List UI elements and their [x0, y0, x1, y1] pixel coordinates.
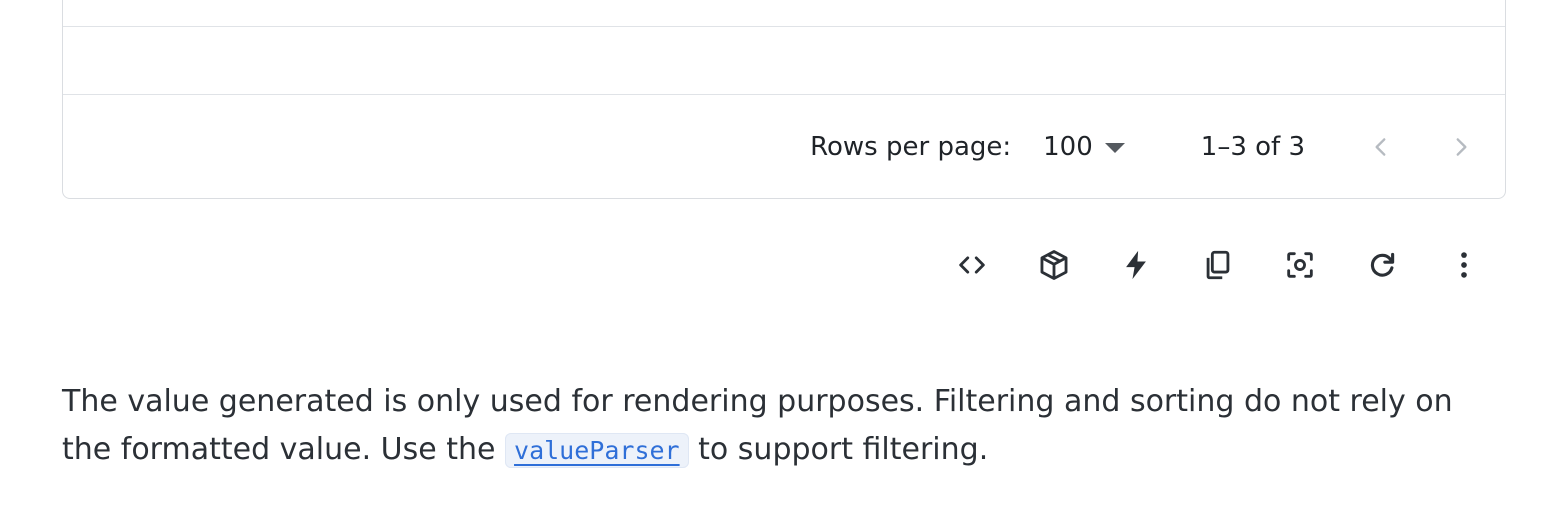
next-page-button[interactable]: [1441, 127, 1481, 167]
grid-pagination-footer: Rows per page: 100 1–3 of 3: [63, 95, 1505, 198]
rows-per-page-select[interactable]: 100: [1043, 132, 1125, 162]
view-source-button[interactable]: [952, 243, 992, 287]
grid-row-divider: [63, 26, 1505, 27]
chevron-right-icon: [1456, 137, 1467, 156]
caret-down-icon: [1104, 143, 1125, 153]
cube-icon: [1040, 250, 1068, 280]
chevron-left-icon: [1375, 137, 1386, 156]
more-vert-icon: [1461, 252, 1467, 278]
open-codesandbox-button[interactable]: [1034, 243, 1074, 287]
code-icon: [959, 256, 985, 274]
reset-demo-button[interactable]: [1362, 243, 1402, 287]
refresh-icon: [1370, 252, 1395, 277]
screenshot-icon: [1287, 252, 1313, 278]
rows-per-page-label: Rows per page:: [810, 131, 1012, 162]
data-grid: Rows per page: 100 1–3 of 3: [62, 0, 1506, 199]
copy-source-button[interactable]: [1198, 243, 1238, 287]
more-options-button[interactable]: [1444, 243, 1484, 287]
demo-toolbar: [952, 243, 1484, 287]
previous-page-button[interactable]: [1361, 127, 1401, 167]
copy-icon: [1206, 250, 1230, 280]
open-stackblitz-button[interactable]: [1116, 243, 1156, 287]
reset-focus-button[interactable]: [1280, 243, 1320, 287]
value-parser-link[interactable]: valueParser: [505, 433, 689, 468]
rows-per-page-value: 100: [1043, 131, 1093, 162]
description-paragraph: The value generated is only used for ren…: [62, 378, 1482, 475]
pagination-range: 1–3 of 3: [1200, 131, 1305, 162]
lightning-icon: [1126, 250, 1146, 280]
description-text-end: to support filtering.: [688, 432, 989, 467]
